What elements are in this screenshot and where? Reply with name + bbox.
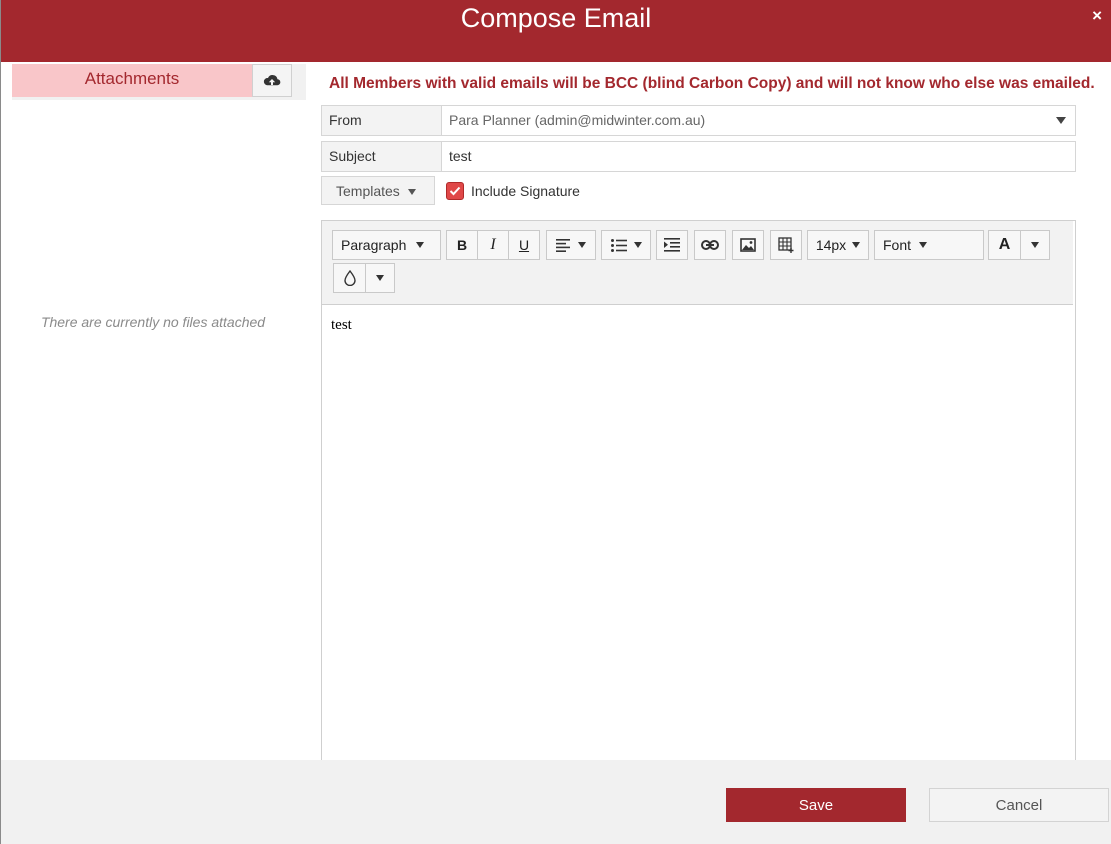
insert-table-button[interactable] [770,230,802,260]
image-icon [740,238,756,252]
chevron-down-icon [416,242,425,248]
list-dropdown[interactable] [601,230,651,260]
font-size-label: 14px [815,237,847,253]
text-color-button[interactable]: A [988,230,1021,260]
editor-content[interactable]: test [331,317,352,334]
font-size-dropdown[interactable]: 14px [807,230,869,260]
fill-color-icon [343,270,356,286]
indent-icon [664,238,680,252]
from-value: Para Planner (admin@midwinter.com.au) [449,112,706,128]
attachments-header: Attachments [12,64,252,97]
dialog-footer: Save Cancel [1,760,1111,844]
upload-attachment-button[interactable] [252,64,292,97]
insert-image-button[interactable] [732,230,764,260]
link-icon [701,240,719,250]
bullet-list-icon [610,238,627,252]
table-icon [778,237,794,253]
from-label: From [322,106,442,135]
dialog-title: Compose Email [460,3,652,33]
subject-field[interactable]: Subject test [321,141,1076,172]
no-attachments-text: There are currently no files attached [40,314,266,330]
chevron-down-icon [376,275,384,281]
align-dropdown[interactable] [546,230,596,260]
include-signature-label: Include Signature [471,183,580,199]
chevron-down-icon [852,242,861,248]
chevron-down-icon [578,242,586,248]
close-icon[interactable]: × [1092,6,1102,26]
cloud-upload-icon [263,74,281,85]
save-button[interactable]: Save [726,788,906,822]
checkbox-checked-icon[interactable] [446,182,464,200]
paragraph-format-dropdown[interactable]: Paragraph [332,230,441,260]
subject-input[interactable]: test [449,142,472,171]
background-color-button[interactable] [333,263,366,293]
chevron-down-icon [407,189,416,196]
italic-button[interactable]: I [477,230,509,260]
chevron-down-icon [1031,242,1039,248]
background-color-dropdown[interactable] [365,263,395,293]
bcc-notice: All Members with valid emails will be BC… [329,75,1095,92]
indent-button[interactable] [656,230,688,260]
include-signature-checkbox[interactable]: Include Signature [446,182,580,200]
bold-button[interactable]: B [446,230,478,260]
templates-dropdown[interactable]: Templates [321,176,435,205]
subject-label: Subject [322,142,442,171]
font-label: Font [883,237,912,253]
attachments-panel: Attachments [12,64,306,100]
paragraph-label: Paragraph [341,237,407,253]
dialog-titlebar: Compose Email × [1,0,1111,62]
cancel-button[interactable]: Cancel [929,788,1109,822]
editor-toolbar: Paragraph B I U 14px Font A [322,221,1073,305]
rich-text-editor: Paragraph B I U 14px Font A test [321,220,1076,782]
underline-button[interactable]: U [508,230,540,260]
chevron-down-icon [633,242,642,248]
from-select[interactable]: From Para Planner (admin@midwinter.com.a… [321,105,1076,136]
insert-link-button[interactable] [694,230,726,260]
chevron-down-icon [919,242,928,248]
templates-label: Templates [336,183,400,199]
align-left-icon [556,238,570,252]
window-edge [0,0,1,844]
chevron-down-icon [1056,117,1066,124]
font-family-dropdown[interactable]: Font [874,230,984,260]
text-color-dropdown[interactable] [1020,230,1050,260]
